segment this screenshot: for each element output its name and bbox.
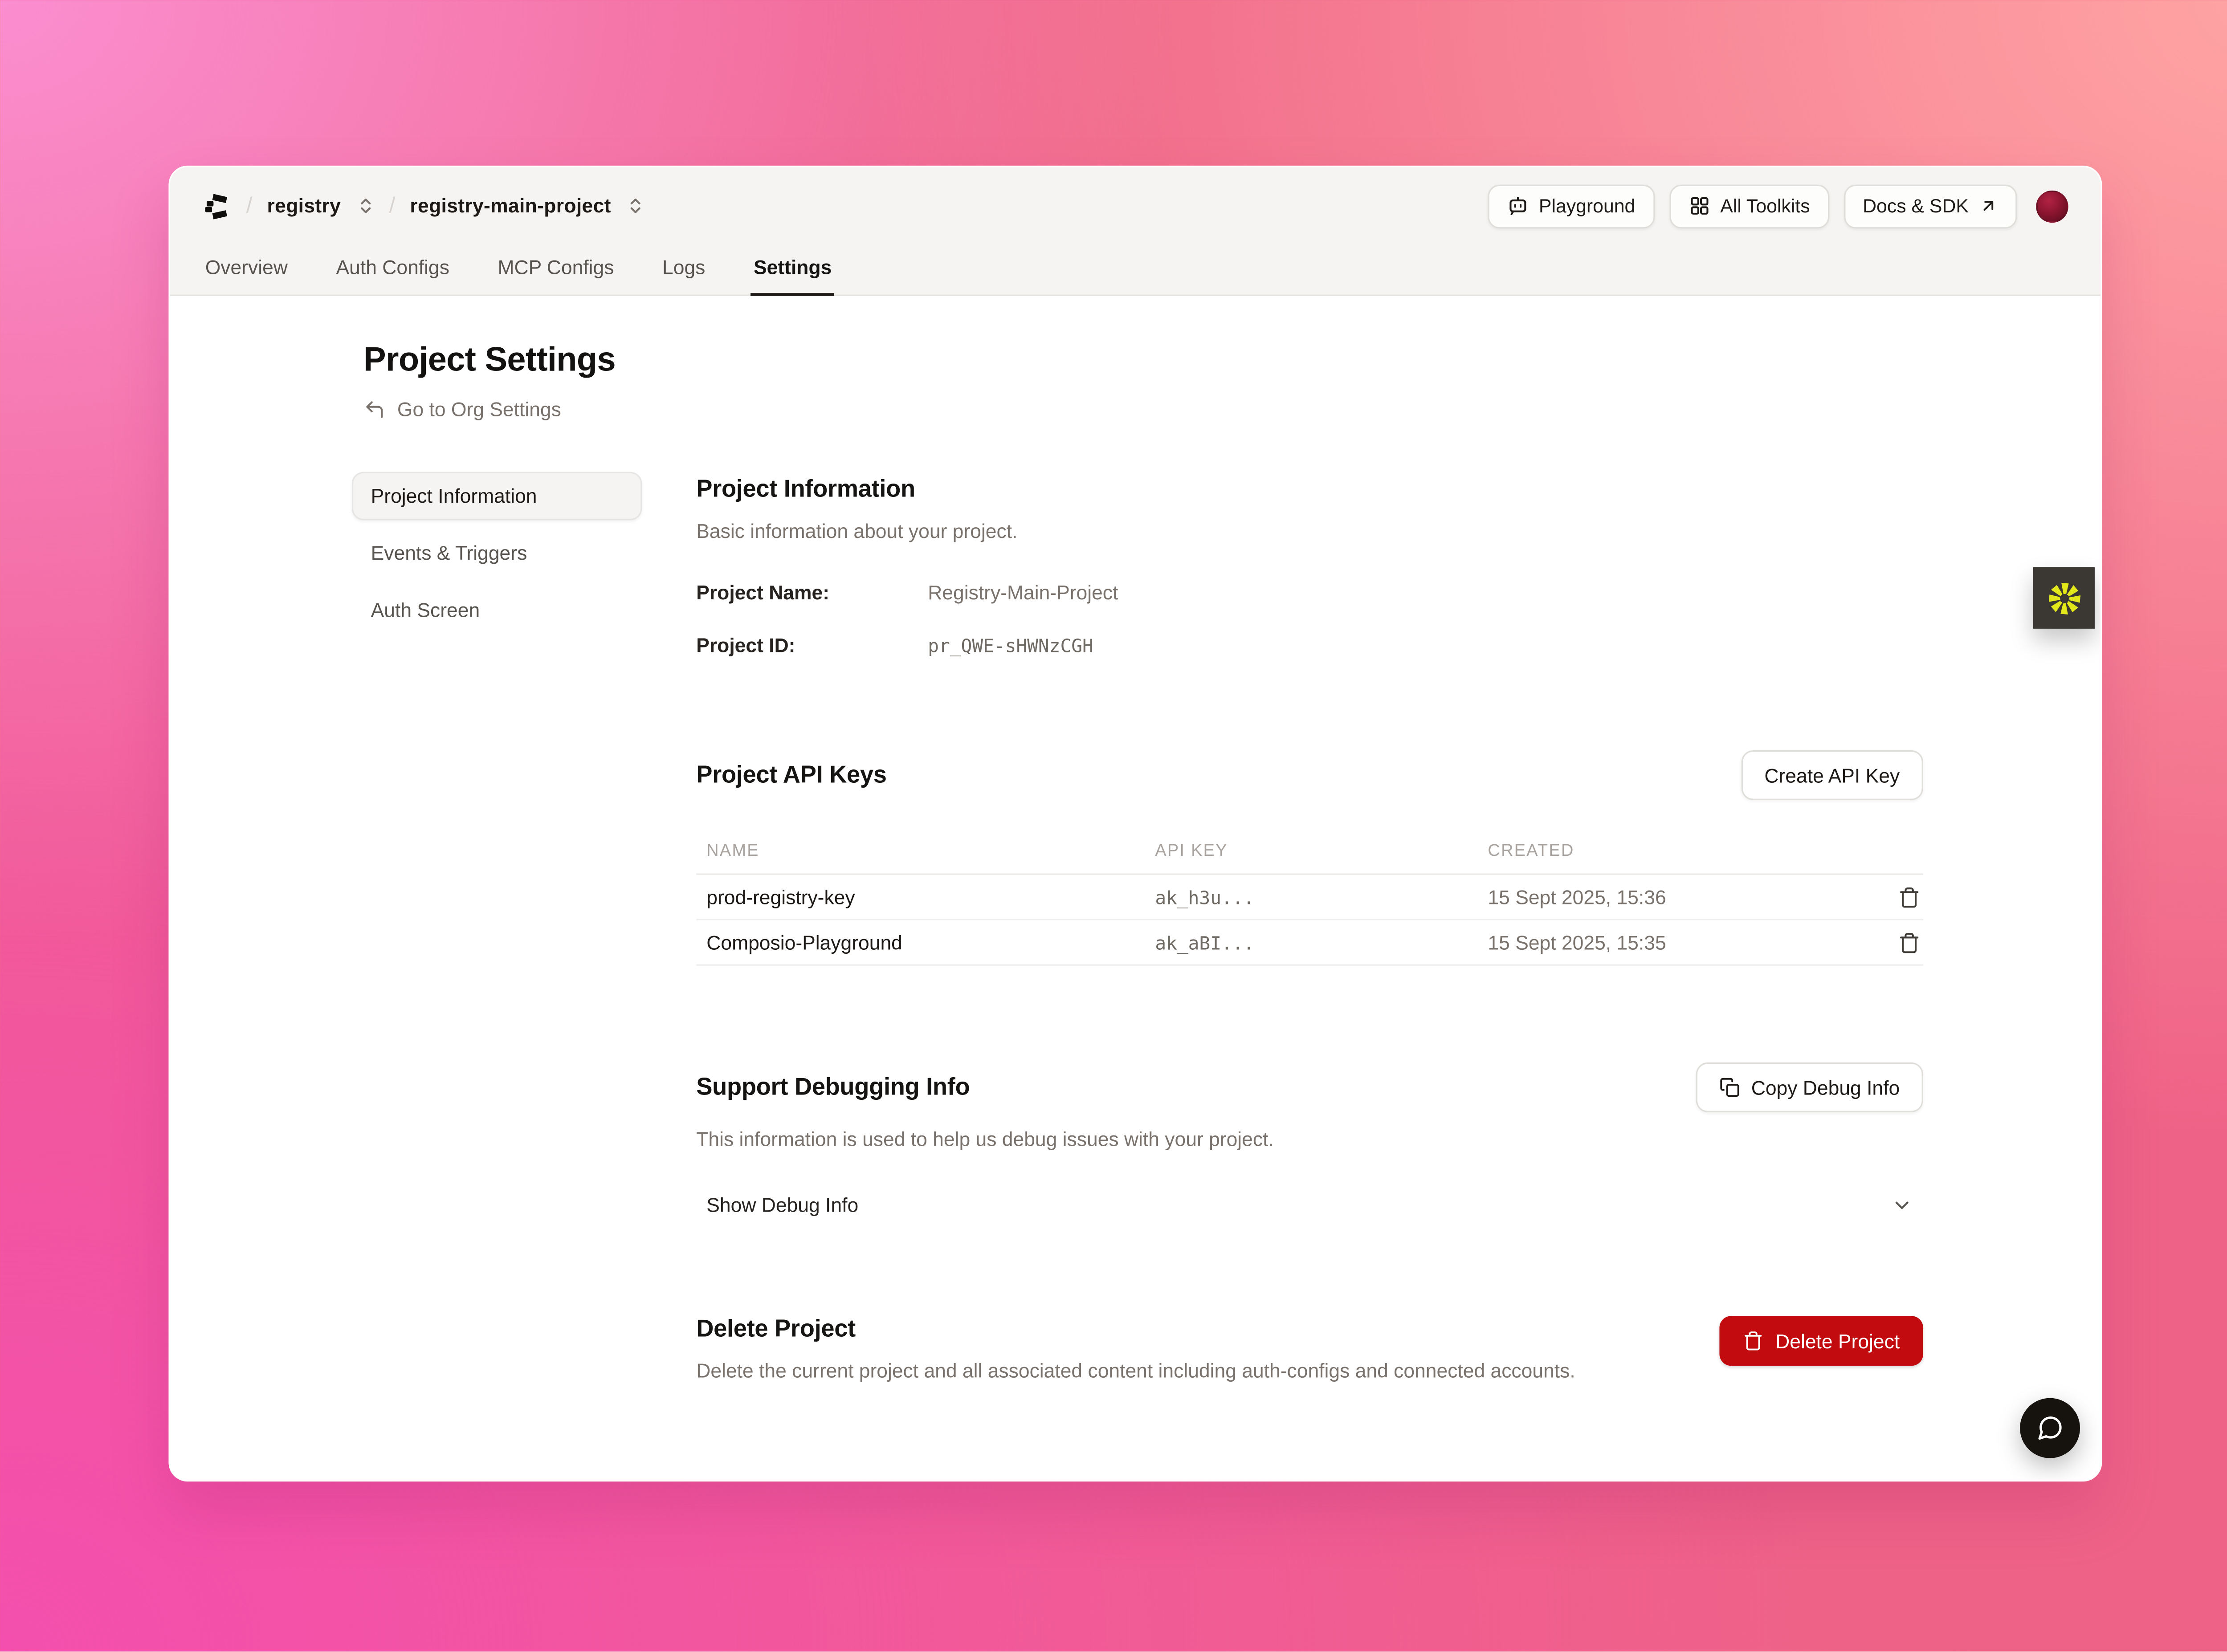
project-information-heading: Project Information xyxy=(696,476,1923,505)
chat-bubble-icon xyxy=(2036,1414,2064,1442)
app-header: / registry / registry-main-project xyxy=(170,167,2101,296)
project-id-label: Project ID: xyxy=(696,635,928,656)
go-to-org-settings-label: Go to Org Settings xyxy=(397,399,561,420)
api-key-name: Composio-Playground xyxy=(696,931,1155,953)
trash-icon xyxy=(1743,1331,1764,1351)
sidebar-item-events-triggers[interactable]: Events & Triggers xyxy=(352,529,642,578)
sidebar-item-auth-screen[interactable]: Auth Screen xyxy=(352,586,642,635)
api-keys-table-header: NAME API KEY CREATED xyxy=(696,830,1923,875)
delete-project-button[interactable]: Delete Project xyxy=(1720,1316,1923,1366)
copy-debug-info-button[interactable]: Copy Debug Info xyxy=(1696,1062,1923,1112)
page-title: Project Settings xyxy=(363,340,1923,380)
breadcrumb-separator: / xyxy=(389,193,396,218)
breadcrumb-project[interactable]: registry-main-project xyxy=(410,195,611,217)
settings-main: Project Information Basic information ab… xyxy=(696,472,1923,1382)
go-to-org-settings-link[interactable]: Go to Org Settings xyxy=(363,399,561,420)
api-keys-heading: Project API Keys xyxy=(696,761,886,789)
breadcrumb-separator: / xyxy=(246,193,253,218)
column-header-created: CREATED xyxy=(1488,842,1882,860)
project-switcher-chevrons-icon[interactable] xyxy=(626,196,645,216)
breadcrumb: / registry / registry-main-project xyxy=(202,191,644,220)
project-id-row: Project ID: pr_QWE-sHWNzCGH xyxy=(696,635,1923,656)
api-key-created: 15 Sept 2025, 15:36 xyxy=(1488,886,1882,907)
asterisk-spinner-icon xyxy=(2044,578,2084,618)
delete-project-heading: Delete Project xyxy=(696,1316,1575,1344)
grid-icon xyxy=(1688,195,1710,217)
delete-project-label: Delete Project xyxy=(1775,1330,1900,1352)
trash-icon xyxy=(1898,886,1920,907)
api-keys-table: NAME API KEY CREATED prod-registry-key a… xyxy=(696,830,1923,966)
arrow-up-right-icon xyxy=(1979,196,1998,216)
copy-debug-info-label: Copy Debug Info xyxy=(1751,1076,1900,1098)
project-information-description: Basic information about your project. xyxy=(696,520,1923,542)
show-debug-info-toggle[interactable]: Show Debug Info xyxy=(696,1185,1923,1225)
docs-sdk-label: Docs & SDK xyxy=(1863,195,1969,217)
section-debug-info: Support Debugging Info Copy Debug Info T… xyxy=(696,1062,1923,1225)
playground-button[interactable]: Playground xyxy=(1488,184,1654,228)
support-chat-button[interactable] xyxy=(2020,1398,2080,1458)
breadcrumb-org[interactable]: registry xyxy=(267,195,341,217)
all-toolkits-button[interactable]: All Toolkits xyxy=(1669,184,1829,228)
project-name-row: Project Name: Registry-Main-Project xyxy=(696,582,1923,604)
column-header-api-key: API KEY xyxy=(1155,842,1488,860)
tab-auth-configs[interactable]: Auth Configs xyxy=(333,245,453,296)
docs-sdk-button[interactable]: Docs & SDK xyxy=(1844,184,2017,228)
tab-mcp-configs[interactable]: MCP Configs xyxy=(495,245,617,296)
delete-api-key-button[interactable] xyxy=(1895,928,1923,956)
yellow-asterisk-widget[interactable] xyxy=(2033,567,2095,629)
section-delete-project: Delete Project Delete the current projec… xyxy=(696,1316,1923,1382)
pink-gradient-background: / registry / registry-main-project xyxy=(0,0,2227,1652)
chevron-down-icon xyxy=(1891,1194,1913,1216)
all-toolkits-label: All Toolkits xyxy=(1720,195,1810,217)
section-project-information: Project Information Basic information ab… xyxy=(696,476,1923,657)
column-header-name: NAME xyxy=(696,842,1155,860)
section-api-keys: Project API Keys Create API Key NAME API… xyxy=(696,750,1923,966)
settings-content: Project Settings Go to Org Settings Proj… xyxy=(170,296,2101,1480)
table-row: Composio-Playground ak_aBI... 15 Sept 20… xyxy=(696,920,1923,966)
api-key-value: ak_aBI... xyxy=(1155,931,1488,953)
tab-settings[interactable]: Settings xyxy=(750,245,834,296)
project-name-value: Registry-Main-Project xyxy=(928,582,1118,604)
show-debug-info-label: Show Debug Info xyxy=(706,1194,858,1216)
api-key-created: 15 Sept 2025, 15:35 xyxy=(1488,931,1882,953)
debug-info-heading: Support Debugging Info xyxy=(696,1074,970,1102)
create-api-key-button[interactable]: Create API Key xyxy=(1741,750,1923,800)
settings-sidebar: Project Information Events & Triggers Au… xyxy=(352,472,642,1382)
api-key-value: ak_h3u... xyxy=(1155,886,1488,907)
project-tabs: Overview Auth Configs MCP Configs Logs S… xyxy=(202,245,2068,295)
api-key-name: prod-registry-key xyxy=(696,886,1155,907)
playground-label: Playground xyxy=(1539,195,1635,217)
tab-logs[interactable]: Logs xyxy=(659,245,708,296)
sidebar-item-project-information[interactable]: Project Information xyxy=(352,472,642,521)
composio-logo-icon[interactable] xyxy=(202,191,232,220)
org-switcher-chevrons-icon[interactable] xyxy=(355,196,375,216)
app-window: / registry / registry-main-project xyxy=(168,166,2102,1481)
create-api-key-label: Create API Key xyxy=(1764,764,1900,786)
debug-info-description: This information is used to help us debu… xyxy=(696,1128,1923,1150)
corner-up-left-icon xyxy=(363,399,385,420)
table-row: prod-registry-key ak_h3u... 15 Sept 2025… xyxy=(696,875,1923,920)
tab-overview[interactable]: Overview xyxy=(202,245,290,296)
bot-chat-icon xyxy=(1507,195,1529,217)
trash-icon xyxy=(1898,931,1920,953)
copy-icon xyxy=(1719,1077,1739,1098)
delete-api-key-button[interactable] xyxy=(1895,883,1923,911)
delete-project-description: Delete the current project and all assoc… xyxy=(696,1360,1575,1382)
project-id-value: pr_QWE-sHWNzCGH xyxy=(928,635,1093,656)
user-avatar[interactable] xyxy=(2036,190,2068,222)
project-name-label: Project Name: xyxy=(696,582,928,604)
